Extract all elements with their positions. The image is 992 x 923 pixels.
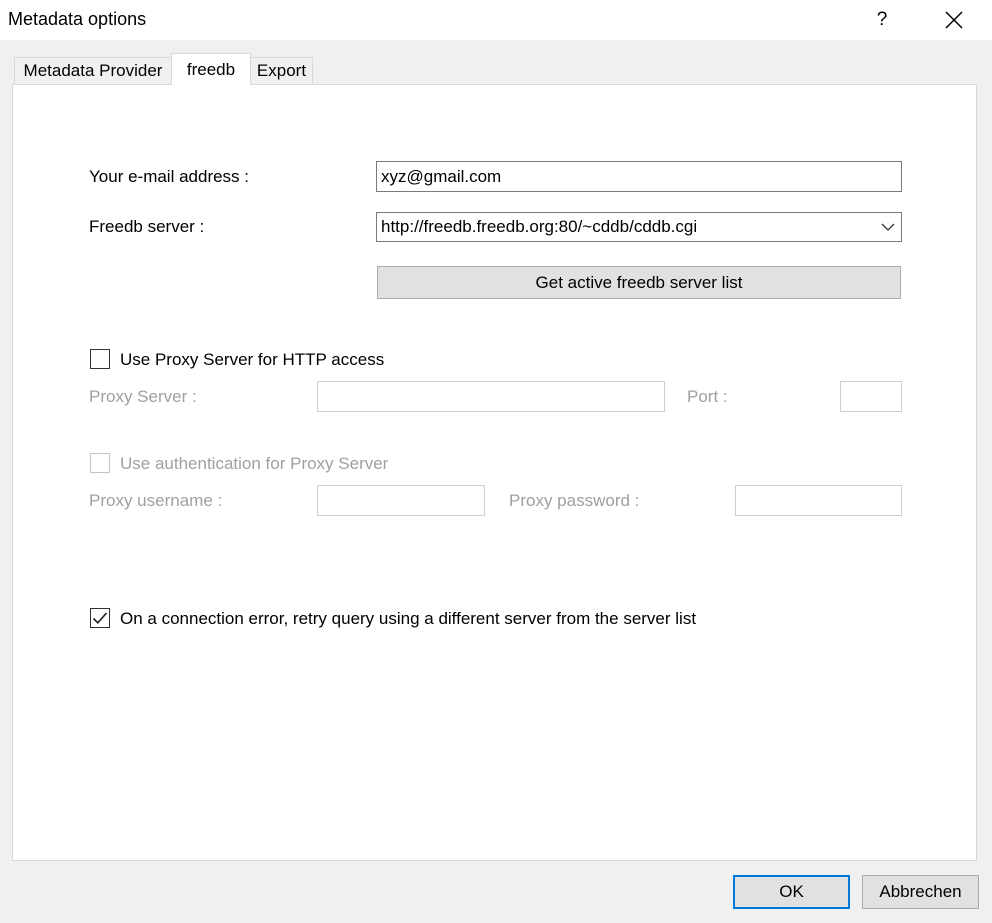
tab-freedb[interactable]: freedb (171, 53, 251, 85)
retry-label: On a connection error, retry query using… (120, 609, 697, 628)
use-proxy-checkbox[interactable] (90, 349, 110, 369)
tab-metadata-provider[interactable]: Metadata Provider (14, 57, 172, 84)
ok-button[interactable]: OK (733, 875, 850, 909)
close-button[interactable] (932, 0, 976, 40)
server-label: Freedb server : (89, 217, 205, 236)
close-icon (945, 11, 963, 29)
checkmark-icon (92, 612, 108, 624)
retry-checkbox[interactable] (90, 608, 110, 628)
server-select-value: http://freedb.freedb.org:80/~cddb/cddb.c… (381, 217, 698, 236)
title-bar: Metadata options ? (0, 0, 992, 40)
proxy-password-label: Proxy password : (509, 491, 640, 510)
email-field[interactable] (376, 161, 902, 192)
tab-label: Metadata Provider (23, 61, 163, 80)
use-auth-checkbox (90, 453, 110, 473)
use-proxy-label: Use Proxy Server for HTTP access (120, 350, 385, 369)
help-button[interactable]: ? (862, 0, 902, 40)
proxy-server-field (317, 381, 665, 412)
get-server-list-button[interactable]: Get active freedb server list (377, 266, 901, 299)
cancel-button[interactable]: Abbrechen (862, 875, 979, 909)
help-icon: ? (876, 9, 888, 30)
server-select[interactable]: http://freedb.freedb.org:80/~cddb/cddb.c… (376, 212, 902, 242)
ok-label: OK (779, 882, 804, 901)
proxy-username-field (317, 485, 485, 516)
tab-export[interactable]: Export (250, 57, 313, 84)
proxy-username-label: Proxy username : (89, 491, 223, 510)
tab-label: freedb (186, 60, 236, 79)
use-auth-label: Use authentication for Proxy Server (120, 454, 389, 473)
window-title: Metadata options (8, 9, 147, 29)
proxy-password-field (735, 485, 902, 516)
port-label: Port : (687, 387, 728, 406)
get-server-list-label: Get active freedb server list (535, 272, 743, 292)
proxy-server-label: Proxy Server : (89, 387, 197, 406)
cancel-label: Abbrechen (879, 882, 962, 901)
port-field (840, 381, 902, 412)
chevron-down-icon (881, 223, 895, 231)
tab-label: Export (256, 61, 307, 80)
email-label: Your e-mail address : (89, 167, 250, 186)
